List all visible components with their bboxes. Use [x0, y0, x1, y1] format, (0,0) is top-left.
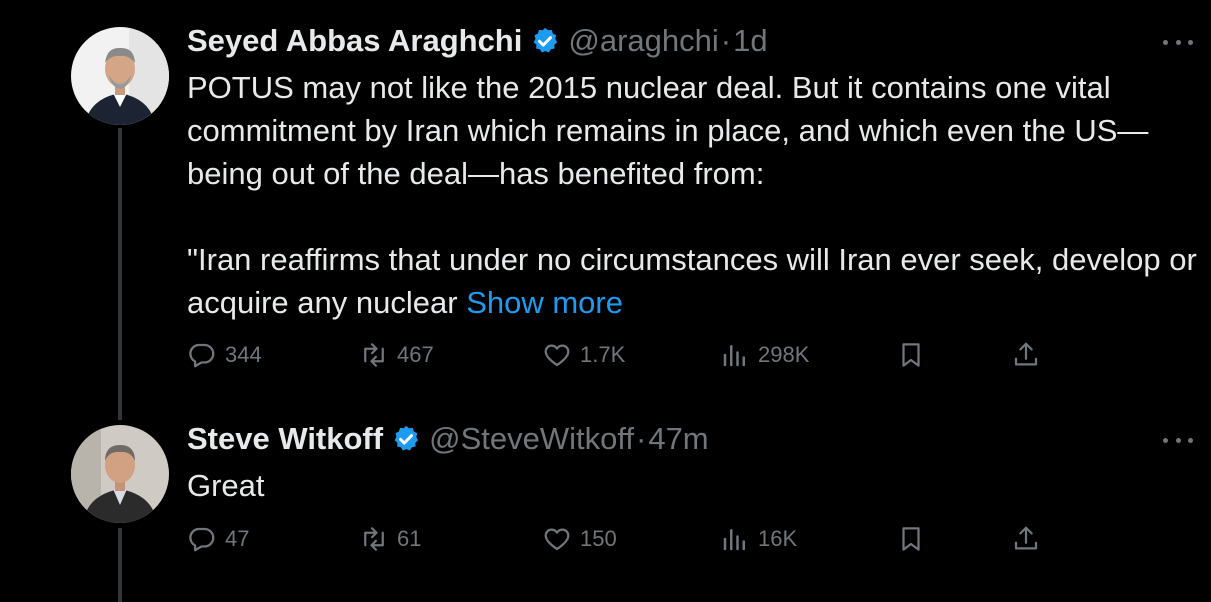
bookmark-icon [902, 527, 920, 551]
repost-count: 467 [397, 342, 434, 367]
views-icon [723, 529, 745, 551]
reply-count: 344 [225, 342, 262, 367]
display-name[interactable]: Seyed Abbas Araghchi [187, 23, 522, 59]
handle[interactable]: @SteveWitkoff [429, 421, 634, 457]
repost-button[interactable]: 467 [359, 337, 434, 373]
bookmark-icon [902, 343, 920, 367]
share-icon [1014, 526, 1038, 550]
bookmark-button[interactable] [896, 521, 926, 557]
repost-button[interactable]: 61 [359, 521, 421, 557]
separator-dot: · [636, 421, 647, 456]
handle[interactable]: @araghchi [568, 23, 718, 59]
reply-icon [189, 343, 215, 368]
repost-icon [364, 343, 384, 367]
repost-count: 61 [397, 526, 422, 551]
views-count: 16K [758, 526, 798, 551]
reply-count: 47 [225, 526, 250, 551]
thread-line-2 [118, 528, 122, 602]
tweet-header-araghchi: Seyed Abbas Araghchi @araghchi · 1d [187, 21, 768, 61]
bookmark-button[interactable] [896, 337, 926, 373]
views-button[interactable]: 16K [720, 521, 797, 557]
reply-icon [189, 527, 215, 552]
tweet-paragraph-1: POTUS may not like the 2015 nuclear deal… [187, 70, 1149, 191]
display-name[interactable]: Steve Witkoff [187, 421, 383, 457]
share-icon [1014, 342, 1038, 366]
avatar-witkoff[interactable] [71, 425, 169, 523]
timestamp[interactable]: 47m [648, 421, 708, 457]
share-button[interactable] [1011, 337, 1041, 373]
avatar-araghchi[interactable] [71, 27, 169, 125]
like-button[interactable]: 150 [542, 521, 617, 557]
tweet-text-araghchi: POTUS may not like the 2015 nuclear deal… [187, 66, 1197, 324]
timestamp[interactable]: 1d [733, 23, 767, 59]
more-dots-icon[interactable] [1163, 435, 1193, 445]
tweet-paragraph-2: "Iran reaffirms that under no circumstan… [187, 238, 1197, 324]
share-button[interactable] [1011, 521, 1041, 557]
more-dots-icon[interactable] [1163, 37, 1193, 47]
thread-line-1 [118, 128, 122, 420]
views-icon [723, 345, 745, 367]
separator-dot: · [720, 23, 732, 58]
tweet-actions-witkoff: 47 61 150 16K [187, 521, 1047, 557]
verified-badge-icon[interactable] [530, 26, 560, 56]
heart-icon [544, 528, 570, 551]
views-button[interactable]: 298K [720, 337, 809, 373]
reply-button[interactable]: 344 [187, 337, 262, 373]
tweet-text-witkoff: Great [187, 464, 1197, 507]
reply-button[interactable]: 47 [187, 521, 249, 557]
heart-icon [544, 344, 570, 367]
verified-badge-icon[interactable] [391, 424, 421, 454]
tweet-header-witkoff: Steve Witkoff @SteveWitkoff · 47m [187, 419, 709, 459]
views-count: 298K [758, 342, 810, 367]
repost-icon [364, 527, 384, 551]
tweet-actions-araghchi: 344 467 1.7K 298K [187, 337, 1047, 373]
like-count: 150 [580, 526, 617, 551]
like-button[interactable]: 1.7K [542, 337, 625, 373]
like-count: 1.7K [580, 342, 626, 367]
tweet-paragraph-2-text: "Iran reaffirms that under no circumstan… [187, 242, 1197, 320]
show-more-link[interactable]: Show more [466, 285, 623, 320]
tweet-paragraph: Great [187, 468, 265, 503]
